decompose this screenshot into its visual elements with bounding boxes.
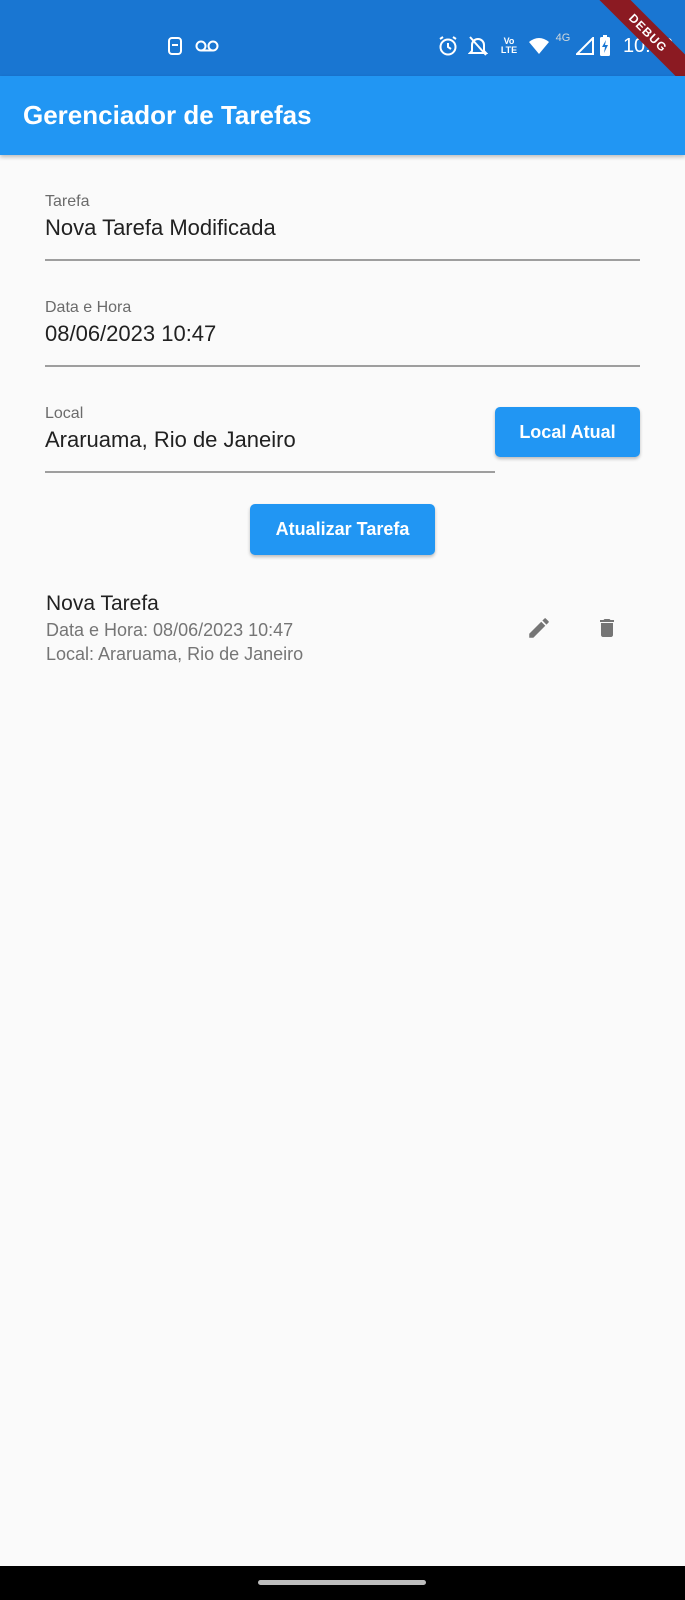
status-bar: Vo LTE 4G 10:48 DEBUG: [0, 0, 685, 94]
datetime-field-value[interactable]: 08/06/2023 10:47: [45, 320, 640, 348]
edit-icon[interactable]: [519, 608, 559, 648]
volte-label: Vo LTE: [500, 36, 518, 55]
signal-icon: [575, 34, 595, 58]
app-screen: Vo LTE 4G 10:48 DEBUG Gerenciador de Tar…: [0, 0, 685, 1600]
voicemail-icon: [194, 34, 220, 58]
task-title: Nova Tarefa: [46, 592, 159, 615]
wifi-icon: [527, 34, 551, 58]
task-field[interactable]: Tarefa Nova Tarefa Modificada: [45, 192, 640, 262]
delete-icon[interactable]: [587, 608, 627, 648]
list-item[interactable]: Nova Tarefa Data e Hora: 08/06/2023 10:4…: [0, 588, 685, 668]
battery-charging-icon: [598, 34, 612, 58]
datetime-field[interactable]: Data e Hora 08/06/2023 10:47: [45, 298, 640, 368]
notifications-off-icon: [466, 34, 490, 58]
location-field-underline: [45, 471, 495, 473]
network-type: 4G: [555, 32, 571, 44]
task-field-label: Tarefa: [45, 193, 90, 210]
location-field-value[interactable]: Araruama, Rio de Janeiro: [45, 426, 495, 454]
alarm-icon: [436, 34, 460, 58]
system-navigation-bar: [0, 1566, 685, 1600]
app-bar: Gerenciador de Tarefas: [0, 76, 685, 155]
location-field[interactable]: Local Araruama, Rio de Janeiro: [45, 404, 495, 474]
home-gesture-handle[interactable]: [258, 1580, 426, 1585]
task-field-underline: [45, 259, 640, 261]
task-location: Local: Araruama, Rio de Janeiro: [46, 644, 304, 664]
datetime-field-underline: [45, 365, 640, 367]
datetime-field-label: Data e Hora: [45, 299, 132, 316]
update-task-button[interactable]: Atualizar Tarefa: [250, 504, 435, 555]
task-field-value[interactable]: Nova Tarefa Modificada: [45, 214, 640, 242]
sim-icon: [165, 34, 185, 58]
location-field-label: Local: [45, 405, 84, 422]
current-location-button[interactable]: Local Atual: [495, 407, 640, 457]
task-datetime: Data e Hora: 08/06/2023 10:47: [46, 620, 294, 640]
volte-icon: Vo LTE: [497, 34, 521, 58]
app-title: Gerenciador de Tarefas: [23, 100, 312, 130]
